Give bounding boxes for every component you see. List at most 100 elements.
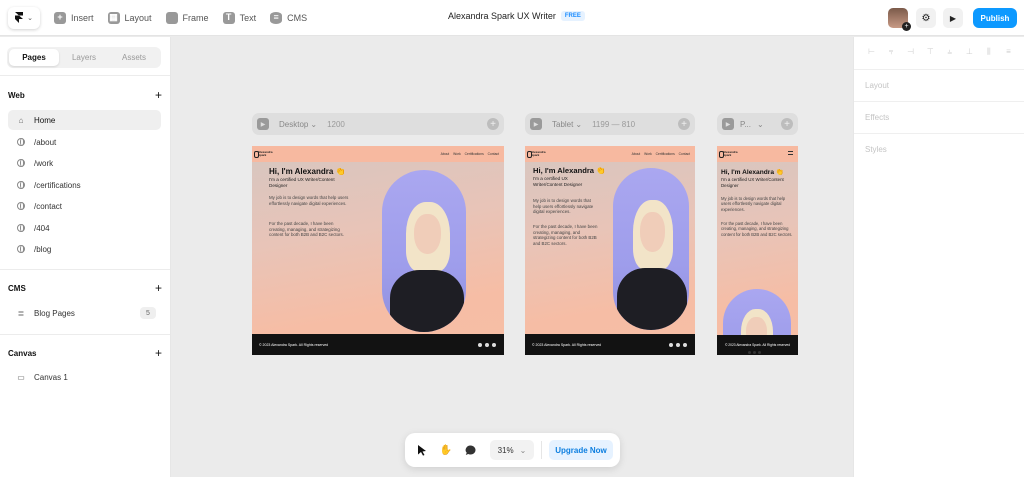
zoom-dropdown[interactable]: 31% ⌄ [490,440,534,460]
add-breakpoint-icon[interactable]: + [781,118,793,130]
social-icon [758,351,761,354]
tablet-frame[interactable]: Alexandra Spark About Work Certification… [525,146,695,355]
globe-icon [17,202,25,210]
desktop-frame[interactable]: Alexandra Spark About Work Certification… [252,146,504,355]
site-paragraph-1: My job is to design words that help user… [721,196,786,212]
align-center-h-icon[interactable]: ⫧ [887,47,896,56]
site-paragraph-1: My job is to design words that help user… [269,195,349,206]
sidebar-tabs: Pages Layers Assets [7,47,161,68]
cms-label: CMS [287,12,308,23]
tab-layers[interactable]: Layers [59,49,109,66]
site-nav: Alexandra Spark About Work Certification… [252,146,504,162]
site-footer: © 2023 Alexandra Spark. All Rights reser… [525,334,695,355]
frame-tool[interactable]: Frame [165,11,209,24]
page-item-contact[interactable]: /contact [8,196,161,216]
play-icon[interactable]: ▶ [530,118,542,130]
site-subtitle: I'm a certified UX Writer/Content Design… [533,176,583,187]
add-breakpoint-icon[interactable]: + [678,118,690,130]
add-canvas-button[interactable]: + [155,346,162,360]
play-icon[interactable]: ▶ [722,118,734,130]
web-section-header: Web + [8,88,162,102]
layout-label: Layout [124,12,152,23]
align-right-icon[interactable]: ⊣ [906,47,915,56]
align-center-v-icon[interactable]: ⫨ [945,47,954,56]
social-icon [753,351,756,354]
chevron-down-icon: ⌄ [519,445,527,455]
effects-section[interactable]: Effects [865,113,1015,122]
divider [0,334,170,335]
page-item-404[interactable]: /404 [8,218,161,238]
settings-button[interactable]: ⚙ [916,8,936,28]
add-collection-button[interactable]: + [155,281,162,295]
menu-icon [788,151,793,155]
site-brand: Alexandra Spark [719,150,738,158]
align-left-icon[interactable]: ⊢ [867,47,876,56]
database-icon: ≣ [17,308,25,318]
zoom-level: 31% [497,445,514,455]
left-sidebar: Pages Layers Assets Web + ⌂ Home /about … [0,37,171,477]
cms-item-blog-pages[interactable]: ≣ Blog Pages 5 [8,303,161,323]
comment-tool[interactable] [458,439,482,461]
add-breakpoint-icon[interactable]: + [487,118,499,130]
footer-text: © 2023 Alexandra Spark. All Rights reser… [724,343,791,347]
cms-tool[interactable]: ≡ CMS [270,11,308,24]
cms-section-header: CMS + [8,281,162,295]
comment-icon [465,445,475,455]
align-bottom-icon[interactable]: ⊥ [965,47,974,56]
distribute-v-icon[interactable]: ≡ [1004,47,1013,56]
chevron-down-icon: ⌄ [310,119,318,129]
layout-icon: ▦ [107,11,120,24]
globe-icon [17,138,25,146]
page-label: /work [34,158,54,168]
divider [854,101,1024,102]
hand-tool[interactable]: ✋ [434,439,458,461]
divider [854,133,1024,134]
publish-button[interactable]: Publish [973,8,1017,28]
align-top-icon[interactable]: ⊤ [926,47,935,56]
styles-section[interactable]: Styles [865,145,1015,154]
footer-text: © 2023 Alexandra Spark. All Rights reser… [259,342,329,347]
phone-breakpoint-bar[interactable]: ▶ P... ⌄ + [717,113,798,135]
canvas-item-1[interactable]: ▭ Canvas 1 [8,367,161,387]
text-tool[interactable]: T Text [222,11,256,24]
framer-logo-icon [15,12,24,23]
plan-badge: FREE [560,11,585,21]
select-tool[interactable] [410,439,434,461]
project-title: Alexandra Spark UX Writer [448,11,556,21]
insert-tool[interactable]: + Insert [54,11,94,24]
upgrade-button[interactable]: Upgrade Now [549,440,613,460]
cms-section-title: CMS [8,283,26,293]
profile-photo [613,168,689,330]
desktop-breakpoint-bar[interactable]: ▶ Desktop ⌄ 1200 + [252,113,504,135]
social-icon [478,342,482,347]
page-item-work[interactable]: /work [8,153,161,173]
globe-icon [17,245,25,253]
database-icon: ≡ [270,11,283,24]
page-item-about[interactable]: /about [8,132,161,152]
project-title-area[interactable]: Alexandra Spark UX Writer FREE [448,11,585,21]
add-page-button[interactable]: + [155,88,162,102]
avatar[interactable]: + [888,8,911,31]
framer-menu-button[interactable]: ⌄ [8,7,40,29]
page-label: /blog [34,244,52,254]
insert-label: Insert [71,12,94,23]
page-item-home[interactable]: ⌂ Home [8,110,161,130]
page-item-blog[interactable]: /blog [8,239,161,259]
layout-tool[interactable]: ▦ Layout [107,11,152,24]
home-icon: ⌂ [18,115,24,125]
social-icon [748,351,751,354]
preview-button[interactable]: ▶ [943,8,963,28]
layout-section[interactable]: Layout [865,81,1015,90]
play-icon[interactable]: ▶ [257,118,269,130]
social-icon [669,342,673,347]
tablet-breakpoint-bar[interactable]: ▶ Tablet ⌄ 1199 — 810 + [525,113,695,135]
divider [0,75,170,76]
text-icon: T [222,11,235,24]
profile-photo [382,170,466,332]
breakpoint-size: 1199 — 810 [592,119,636,129]
page-item-certifications[interactable]: /certifications [8,175,161,195]
tab-assets[interactable]: Assets [109,49,159,66]
distribute-h-icon[interactable]: ⫼ [984,47,993,56]
tab-pages[interactable]: Pages [9,49,59,66]
phone-frame[interactable]: Alexandra Spark Hi, I'm Alexandra 👏 I'm … [717,146,798,355]
